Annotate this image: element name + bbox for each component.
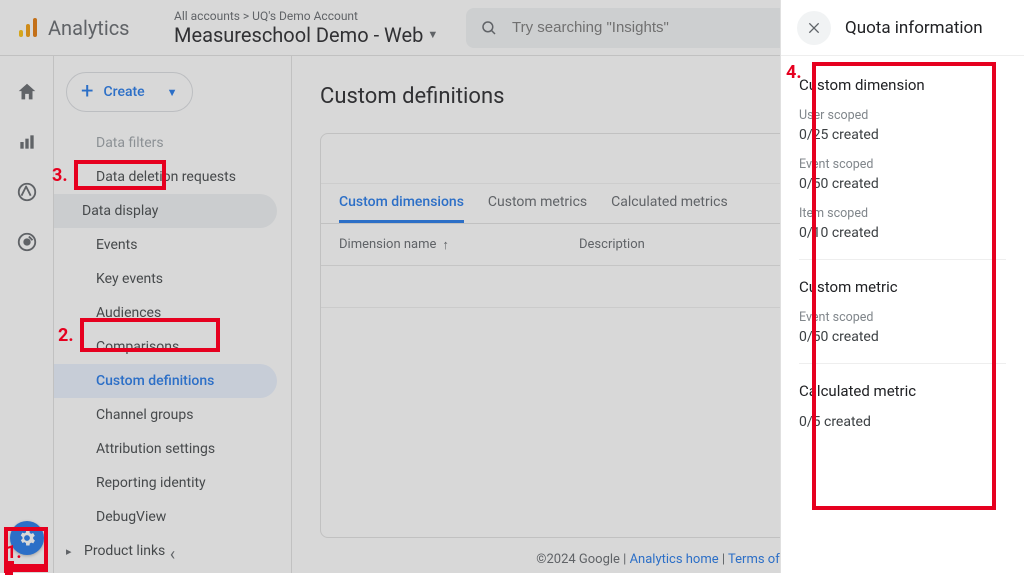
home-icon[interactable] <box>13 78 41 106</box>
create-button[interactable]: + Create ▼ <box>66 72 193 112</box>
sidebar-item-product-links[interactable]: Product links <box>54 534 277 568</box>
account-picker[interactable]: All accounts > UQ's Demo Account Measure… <box>166 9 456 47</box>
close-button[interactable] <box>797 11 831 45</box>
product-name: Analytics <box>48 16 130 40</box>
footer-link-analytics-home[interactable]: Analytics home <box>630 552 719 567</box>
sidebar-item-reporting-identity[interactable]: Reporting identity <box>54 466 277 500</box>
quota-heading-custom-metric: Custom metric <box>799 278 1006 296</box>
search-input-container[interactable] <box>466 8 796 48</box>
sidebar-item-key-events[interactable]: Key events <box>54 262 277 296</box>
quota-section-calculated-metric: Calculated metric 0/5 created <box>799 382 1006 448</box>
sidebar-item-comparisons[interactable]: Comparisons <box>54 330 277 364</box>
create-button-label: Create <box>103 84 144 100</box>
product-logo: Analytics <box>16 16 156 40</box>
tab-custom-dimensions[interactable]: Custom dimensions <box>339 194 464 223</box>
footer-link-terms[interactable]: Terms of <box>728 552 780 567</box>
plus-icon: + <box>81 81 93 103</box>
sidebar-item-data-display[interactable]: Data display <box>54 194 277 228</box>
sidebar-item-data-deletion[interactable]: Data deletion requests <box>54 160 277 194</box>
sidebar-item-audiences[interactable]: Audiences <box>54 296 277 330</box>
admin-gear-button[interactable] <box>10 521 44 555</box>
sidebar-item-data-filters[interactable]: Data filters <box>54 126 277 160</box>
quota-panel-title: Quota information <box>845 18 983 38</box>
sidebar-item-attribution[interactable]: Attribution settings <box>54 432 277 466</box>
column-dimension-name[interactable]: Dimension name ↑ <box>339 237 579 253</box>
reports-icon[interactable] <box>13 128 41 156</box>
quota-heading-custom-dimension: Custom dimension <box>799 76 1006 94</box>
nav-rail <box>0 56 54 573</box>
advertising-icon[interactable] <box>13 228 41 256</box>
tab-custom-metrics[interactable]: Custom metrics <box>488 194 587 223</box>
search-input[interactable] <box>512 19 782 36</box>
sidebar-item-custom-definitions[interactable]: Custom definitions <box>54 364 277 398</box>
sidebar-item-channel-groups[interactable]: Channel groups <box>54 398 277 432</box>
quota-heading-calculated-metric: Calculated metric <box>799 382 1006 400</box>
admin-side-nav: + Create ▼ Data filters Data deletion re… <box>54 56 292 573</box>
chevron-down-icon: ▼ <box>427 28 438 41</box>
tab-calculated-metrics[interactable]: Calculated metrics <box>611 194 728 223</box>
explore-icon[interactable] <box>13 178 41 206</box>
chevron-down-icon: ▼ <box>167 86 178 99</box>
breadcrumb-path: All accounts > UQ's Demo Account <box>174 9 448 23</box>
sort-arrow-up-icon: ↑ <box>442 237 449 253</box>
sidebar-item-debugview[interactable]: DebugView <box>54 500 277 534</box>
quota-panel-header: Quota information <box>781 0 1024 56</box>
collapse-nav-button[interactable]: ‹ <box>170 544 175 565</box>
property-name: Measureschool Demo - Web ▼ <box>174 23 448 47</box>
column-description: Description <box>579 237 645 252</box>
quota-section-custom-dimension: Custom dimension User scoped 0/25 create… <box>799 76 1006 260</box>
quota-panel: Quota information Custom dimension User … <box>780 0 1024 573</box>
search-icon <box>480 19 498 37</box>
sidebar-item-events[interactable]: Events <box>54 228 277 262</box>
analytics-logo-icon <box>16 16 40 40</box>
quota-section-custom-metric: Custom metric Event scoped 0/50 created <box>799 278 1006 364</box>
